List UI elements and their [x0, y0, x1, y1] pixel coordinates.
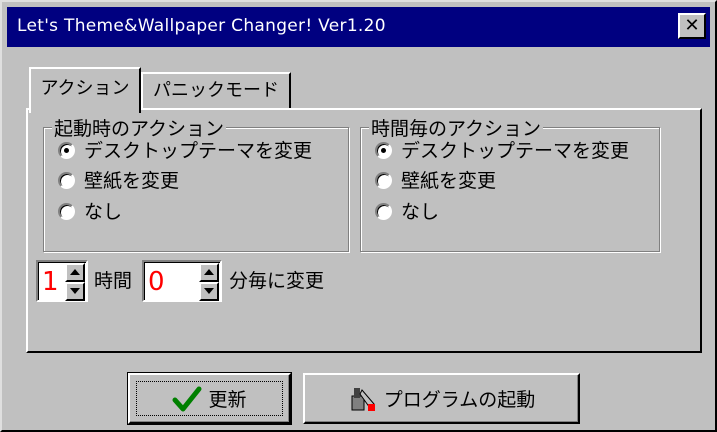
spin-down-icon[interactable]	[65, 282, 85, 301]
minutes-label: 分毎に変更	[229, 270, 325, 292]
launch-program-button[interactable]: プログラムの起動	[303, 373, 580, 424]
program-run-icon	[348, 384, 378, 414]
radio-checked-icon[interactable]	[375, 142, 392, 159]
window-title: Let's Theme&Wallpaper Changer! Ver1.20	[17, 16, 386, 36]
close-icon: ✕	[684, 15, 700, 36]
radio-unchecked-icon[interactable]	[58, 203, 75, 220]
hours-spinner-buttons	[65, 263, 85, 301]
title-bar[interactable]: Let's Theme&Wallpaper Changer! Ver1.20 ✕	[7, 7, 710, 47]
tab-panel-action: 起動時のアクション デスクトップテーマを変更 壁紙を変更 なし 時間毎のアクショ…	[26, 108, 702, 353]
checkmark-icon	[172, 384, 202, 414]
hours-value[interactable]: 1	[42, 264, 59, 300]
hourly-radio-theme-label: デスクトップテーマを変更	[401, 140, 630, 162]
close-button[interactable]: ✕	[678, 13, 706, 39]
tab-action-label: アクション	[40, 78, 130, 99]
radio-checked-icon[interactable]	[58, 142, 75, 159]
spin-down-icon[interactable]	[199, 282, 219, 301]
hourly-radio-none-label: なし	[401, 201, 440, 223]
tab-action[interactable]: アクション	[29, 67, 141, 113]
update-button[interactable]: 更新	[127, 372, 292, 425]
update-button-content: 更新	[130, 375, 289, 422]
tab-panic-mode-label: パニックモード	[153, 80, 279, 101]
spin-up-icon[interactable]	[199, 263, 219, 282]
startup-radio-none-label: なし	[84, 201, 123, 223]
minutes-value[interactable]: 0	[148, 264, 165, 300]
hourly-action-group: 時間毎のアクション デスクトップテーマを変更 壁紙を変更 なし	[360, 114, 660, 252]
tab-panic-mode[interactable]: パニックモード	[141, 72, 291, 110]
radio-unchecked-icon[interactable]	[375, 172, 392, 189]
startup-radio-theme-label: デスクトップテーマを変更	[84, 140, 313, 162]
hourly-radio-wallpaper-label: 壁紙を変更	[401, 170, 497, 192]
radio-unchecked-icon[interactable]	[58, 172, 75, 189]
minutes-spinner[interactable]: 0	[142, 260, 222, 302]
radio-unchecked-icon[interactable]	[375, 203, 392, 220]
launch-button-content: プログラムの起動	[305, 375, 578, 422]
hours-label: 時間	[94, 270, 133, 292]
spin-up-icon[interactable]	[65, 263, 85, 282]
minutes-spinner-buttons	[199, 263, 219, 301]
launch-button-label: プログラムの起動	[383, 389, 536, 411]
hours-spinner[interactable]: 1	[36, 260, 88, 302]
startup-radio-wallpaper-label: 壁紙を変更	[84, 170, 180, 192]
startup-action-legend: 起動時のアクション	[52, 114, 227, 141]
update-button-label: 更新	[208, 389, 247, 411]
app-window: Let's Theme&Wallpaper Changer! Ver1.20 ✕…	[0, 0, 717, 432]
hourly-action-legend: 時間毎のアクション	[369, 114, 544, 141]
startup-action-group: 起動時のアクション デスクトップテーマを変更 壁紙を変更 なし	[43, 114, 349, 252]
